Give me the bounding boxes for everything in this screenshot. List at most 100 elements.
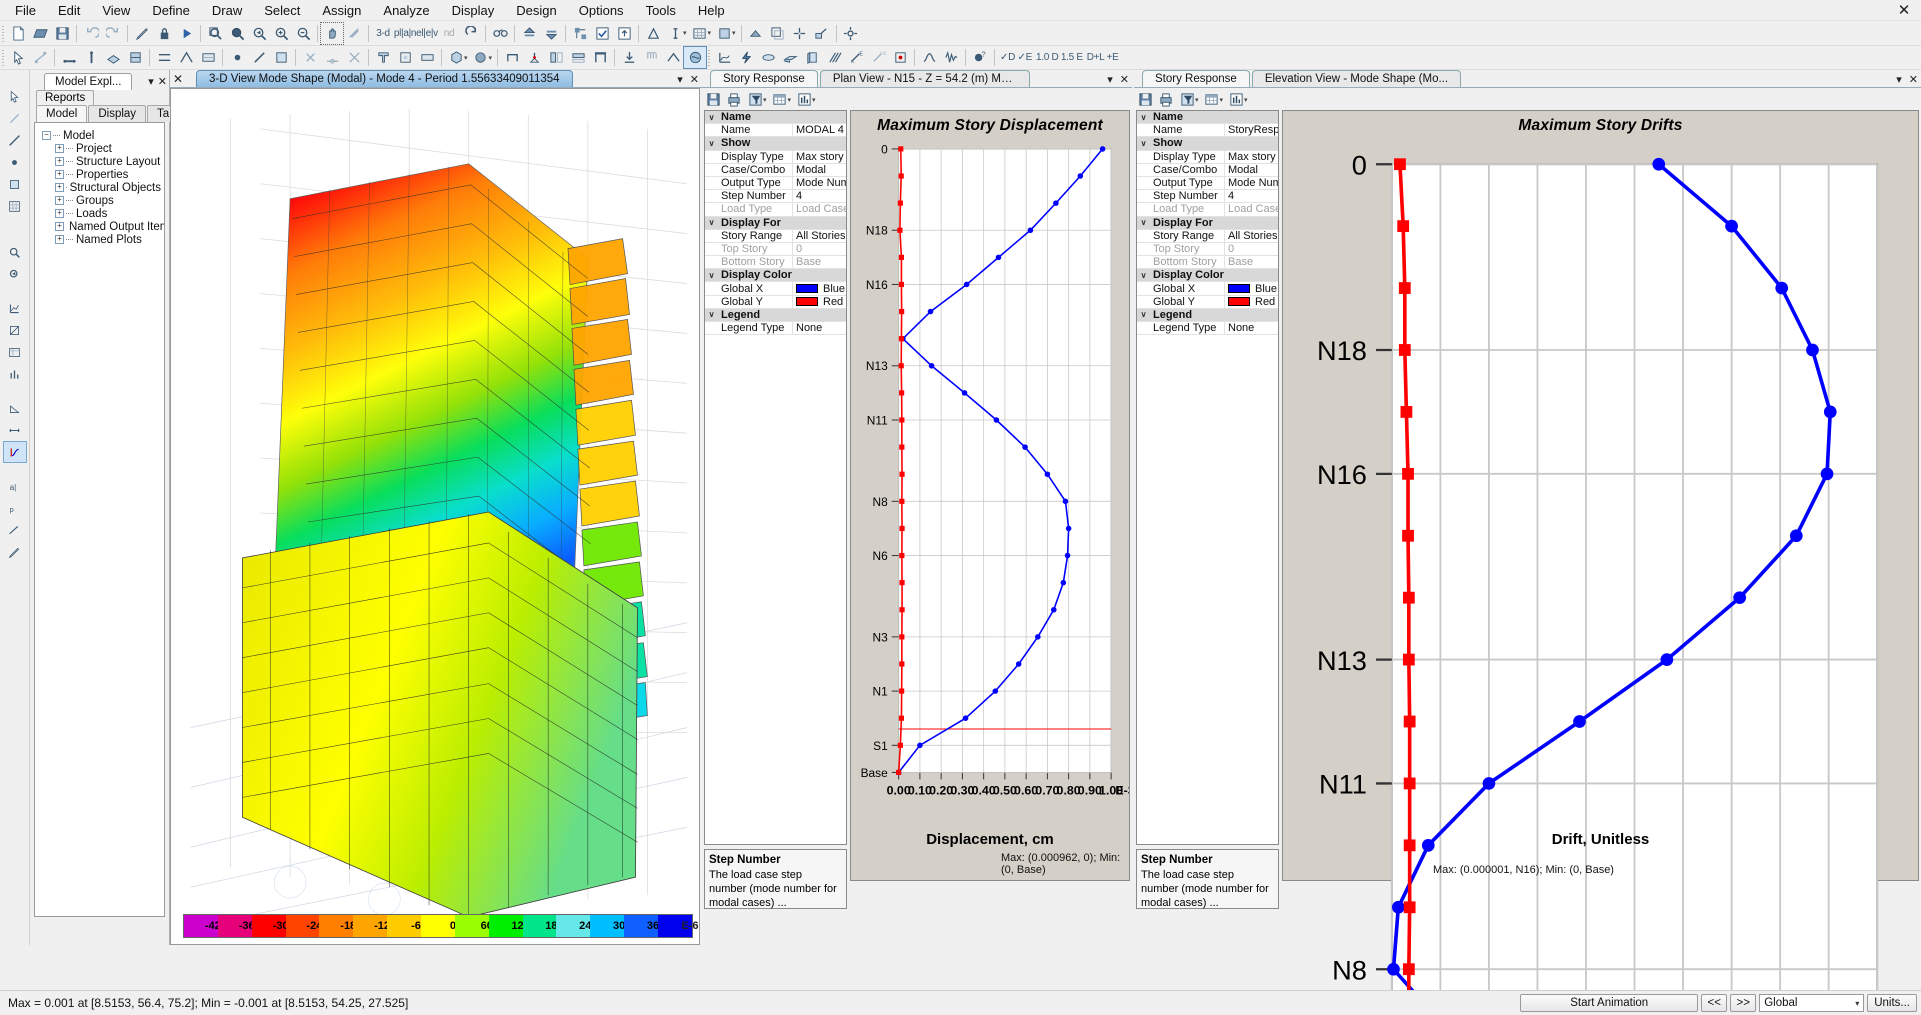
- tool-select-pointer-icon[interactable]: [4, 86, 26, 106]
- tree-node-properties[interactable]: + Properties: [38, 168, 161, 181]
- reshape-icon[interactable]: [29, 47, 51, 68]
- menu-analyze[interactable]: Analyze: [372, 1, 440, 20]
- plot-options-icon[interactable]: [745, 90, 765, 109]
- undo-icon[interactable]: [80, 23, 102, 44]
- joint-reaction-icon[interactable]: [889, 47, 911, 68]
- wireframe-icon[interactable]: [767, 23, 789, 44]
- property-row-legend-type[interactable]: Legend Type None: [1137, 322, 1278, 336]
- tool-table-icon[interactable]: [4, 342, 26, 362]
- pointer-select-icon[interactable]: [7, 47, 29, 68]
- property-value[interactable]: None: [792, 322, 846, 335]
- chevron-down-icon[interactable]: ∨: [1137, 218, 1150, 227]
- view-3d-button[interactable]: 3-d: [372, 23, 394, 44]
- property-value[interactable]: MODAL 4: [792, 124, 846, 137]
- property-value[interactable]: Modal: [1224, 163, 1278, 176]
- zoom-previous-icon[interactable]: [248, 23, 270, 44]
- chevron-down-icon[interactable]: ∨: [705, 310, 718, 319]
- rebar-icon[interactable]: EK: [845, 47, 867, 68]
- property-value[interactable]: Mode Number: [792, 176, 846, 190]
- tool-draw-point-icon[interactable]: [4, 152, 26, 172]
- expand-icon[interactable]: +: [55, 235, 64, 244]
- save-plot-icon[interactable]: [703, 90, 723, 109]
- tool-annotate-icon[interactable]: a|: [4, 476, 26, 496]
- explorer-dropdown-icon[interactable]: ▾: [148, 75, 154, 88]
- tool-zoom-window-icon[interactable]: [4, 242, 26, 262]
- tab-elevation-view[interactable]: Elevation View - Mode Shape (Mo...: [1251, 70, 1462, 87]
- chevron-down-icon[interactable]: ▾: [763, 96, 767, 104]
- quick-draw-area-icon[interactable]: [197, 47, 219, 68]
- close-icon[interactable]: ✕: [1891, 1, 1917, 19]
- select-all-icon[interactable]: [569, 23, 591, 44]
- deformed-shape-icon[interactable]: [823, 47, 845, 68]
- chevron-down-icon[interactable]: ∨: [1137, 113, 1150, 122]
- property-row-story-range[interactable]: Story Range All Stories: [1137, 229, 1278, 243]
- run-analysis-icon[interactable]: [175, 23, 197, 44]
- select-invert-icon[interactable]: [613, 23, 635, 44]
- tool-dimension-icon[interactable]: [4, 420, 26, 440]
- property-value-color[interactable]: Blue: [1224, 282, 1278, 295]
- property-value[interactable]: Mode Number: [1224, 176, 1278, 190]
- units-button[interactable]: Units...: [1867, 994, 1917, 1012]
- start-animation-button[interactable]: Start Animation: [1520, 994, 1699, 1012]
- property-value[interactable]: Max story drift: [1224, 150, 1278, 163]
- zoom-window-icon[interactable]: [204, 23, 226, 44]
- property-row-story-range[interactable]: Story Range All Stories: [705, 229, 846, 243]
- property-row-step-number[interactable]: Step Number 4: [1137, 190, 1278, 204]
- load-case-button[interactable]: D+L +E: [1085, 47, 1121, 68]
- expand-icon[interactable]: +: [55, 222, 64, 231]
- tool-draw-line-icon[interactable]: [4, 130, 26, 150]
- tab-plan-view[interactable]: Plan View - N15 - Z = 54.2 (m) Mod...: [819, 70, 1030, 87]
- expand-icon[interactable]: +: [55, 157, 64, 166]
- menu-define[interactable]: Define: [141, 1, 201, 20]
- property-group-show[interactable]: ∨ Show: [705, 137, 846, 151]
- menu-file[interactable]: File: [4, 1, 47, 20]
- lightning-run-icon[interactable]: [735, 47, 757, 68]
- frame-section-icon[interactable]: [394, 47, 416, 68]
- tool-label-icon[interactable]: p: [4, 498, 26, 518]
- load-distributed-icon[interactable]: [640, 47, 662, 68]
- snap-intersection-icon[interactable]: [343, 47, 365, 68]
- menu-draw[interactable]: Draw: [201, 1, 253, 20]
- shell-section-icon[interactable]: [416, 47, 438, 68]
- chevron-down-icon[interactable]: ▾: [489, 54, 493, 62]
- tree-node-named-output-items[interactable]: + Named Output Items: [38, 220, 164, 233]
- chevron-down-icon[interactable]: ▾: [1855, 999, 1859, 1008]
- chevron-down-icon[interactable]: ▾: [732, 29, 736, 37]
- tab-story-response-left[interactable]: Story Response: [710, 70, 818, 87]
- tree-node-named-plots[interactable]: + Named Plots: [38, 233, 161, 246]
- pan-hand-icon[interactable]: [320, 21, 344, 45]
- tool-draw-area-icon[interactable]: [4, 174, 26, 194]
- quick-draw-brace-icon[interactable]: [175, 47, 197, 68]
- property-group-show[interactable]: ∨ Show: [1137, 137, 1278, 151]
- property-row-name[interactable]: Name MODAL 4: [705, 124, 846, 138]
- draw-beam-icon[interactable]: [58, 47, 80, 68]
- color-swatch-blue[interactable]: [1228, 284, 1250, 294]
- property-group-display-colors[interactable]: ∨ Display Colors: [1137, 269, 1278, 283]
- refresh-view-icon[interactable]: [460, 23, 482, 44]
- property-value[interactable]: Modal: [792, 163, 846, 176]
- new-file-icon[interactable]: [7, 23, 29, 44]
- chevron-down-icon[interactable]: ▾: [788, 96, 792, 104]
- color-swatch-red[interactable]: [1228, 297, 1250, 307]
- chart-type-icon[interactable]: [794, 90, 814, 109]
- story-response-right-properties[interactable]: ∨Name NameStoryResp2 ∨Show Display TypeM…: [1136, 110, 1279, 845]
- expand-icon[interactable]: +: [55, 183, 64, 192]
- menu-display[interactable]: Display: [441, 1, 506, 20]
- tool-reshape-icon[interactable]: [4, 108, 26, 128]
- tree-node-project[interactable]: + Project: [38, 142, 161, 155]
- view3d-close-icon[interactable]: ✕: [173, 72, 183, 86]
- wall-forces-icon[interactable]: [801, 47, 823, 68]
- chevron-down-icon[interactable]: ∨: [1137, 310, 1150, 319]
- menu-view[interactable]: View: [91, 1, 141, 20]
- panel-left-close-icon[interactable]: ✕: [1120, 73, 1129, 86]
- tool-zoom-previous-icon[interactable]: [4, 264, 26, 284]
- menu-select[interactable]: Select: [253, 1, 311, 20]
- property-value[interactable]: All Stories: [1224, 229, 1278, 242]
- time-history-icon[interactable]: [940, 47, 962, 68]
- property-value[interactable]: Max story disp: [792, 150, 846, 163]
- section-designer-icon[interactable]: [372, 47, 394, 68]
- view3d-close-window-icon[interactable]: ✕: [690, 73, 699, 86]
- property-row-display-type[interactable]: Display Type Max story disp: [705, 150, 846, 164]
- property-group-name[interactable]: ∨ Name: [705, 111, 846, 125]
- lock-icon[interactable]: [153, 23, 175, 44]
